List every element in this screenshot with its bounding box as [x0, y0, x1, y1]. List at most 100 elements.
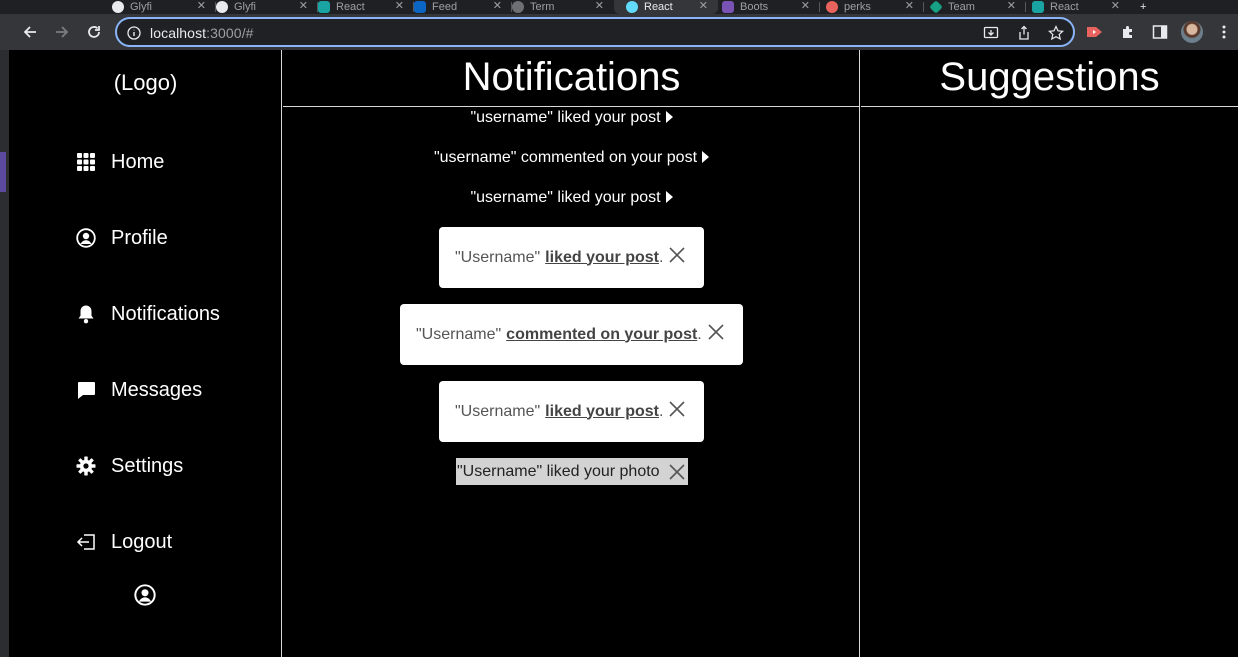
devtools-edge-strip	[0, 50, 9, 657]
notification-text-item[interactable]: "username" liked your post	[283, 189, 860, 207]
kebab-menu-icon[interactable]	[1215, 23, 1233, 41]
bell-icon	[75, 303, 97, 325]
tab-close-icon[interactable]: ✕	[595, 0, 604, 12]
card-username: "Username"	[455, 402, 541, 420]
browser-tab[interactable]: Feed ✕	[414, 0, 512, 14]
card-period: .	[658, 402, 664, 420]
globe-icon	[512, 1, 524, 13]
address-bar[interactable]: localhost:3000/#	[115, 17, 1075, 47]
sidebar-item-home[interactable]: Home	[75, 147, 164, 177]
tab-close-icon[interactable]: ✕	[493, 0, 502, 12]
side-panel-icon[interactable]	[1151, 23, 1169, 41]
back-button[interactable]	[20, 22, 40, 42]
perks-icon	[826, 1, 838, 13]
address-text[interactable]: localhost:3000/#	[150, 25, 254, 41]
forward-button[interactable]	[52, 22, 72, 42]
bookmark-star-icon[interactable]	[1048, 25, 1064, 41]
github-icon	[112, 1, 124, 13]
suggestions-column: Suggestions	[861, 50, 1238, 657]
page-title: Notifications	[283, 50, 860, 107]
tab-separator	[819, 2, 820, 12]
reload-button[interactable]	[84, 22, 104, 42]
browser-tab-label: Glyfi	[130, 1, 152, 13]
bootstrap-icon	[722, 1, 734, 13]
caret-right-icon	[665, 111, 673, 123]
suggestions-title: Suggestions	[861, 50, 1238, 107]
share-icon[interactable]	[1016, 25, 1032, 41]
message-icon	[75, 379, 97, 401]
arrow-right-icon	[56, 26, 69, 38]
browser-tab[interactable]: React ✕	[318, 0, 414, 14]
reload-icon	[88, 26, 100, 38]
user-circle-icon	[75, 227, 97, 249]
sidebar-item-profile[interactable]: Profile	[75, 223, 168, 253]
sidebar-item-messages[interactable]: Messages	[75, 375, 202, 405]
tab-close-icon[interactable]: ✕	[905, 0, 914, 12]
sidebar: (Logo) Home Profile Notifications Messag…	[9, 50, 282, 657]
notification-card: "Username" commented on your post.	[400, 304, 743, 365]
notification-text-item[interactable]: "username" commented on your post	[283, 149, 860, 167]
card-action-link[interactable]: liked your post	[545, 403, 659, 421]
tab-close-icon[interactable]: ✕	[801, 0, 810, 12]
notification-text: "username" liked your post	[470, 189, 661, 206]
browser-toolbar: localhost:3000/#	[0, 14, 1238, 50]
sidebar-item-label: Messages	[111, 378, 203, 401]
browser-tab[interactable]: Term ✕	[512, 0, 614, 14]
sidebar-item-label: Settings	[111, 454, 184, 477]
replit-icon	[318, 1, 330, 13]
logo: (Logo)	[113, 70, 178, 95]
close-icon[interactable]	[668, 246, 686, 264]
browser-tab[interactable]: Team ✕	[929, 0, 1026, 14]
browser-tab-label: React	[336, 1, 365, 13]
close-icon[interactable]	[668, 463, 686, 481]
react-icon	[626, 1, 638, 13]
tab-close-icon[interactable]: ✕	[699, 0, 708, 12]
logout-icon	[75, 531, 97, 553]
arrow-left-icon	[23, 26, 36, 38]
app-root: (Logo) Home Profile Notifications Messag…	[9, 50, 1238, 657]
gear-icon	[75, 455, 97, 477]
browser-tab-label: Boots	[740, 1, 769, 13]
sidebar-item-notifications[interactable]: Notifications	[75, 299, 220, 329]
puzzle-icon[interactable]	[1119, 23, 1137, 41]
browser-tab-label: perks	[844, 1, 871, 13]
profile-avatar[interactable]	[1181, 21, 1203, 43]
sidebar-item-settings[interactable]: Settings	[75, 451, 183, 481]
tab-close-icon[interactable]: ✕	[1111, 0, 1120, 12]
sidebar-item-label: Notifications	[111, 302, 220, 325]
browser-tab[interactable]: Glyfi ✕	[216, 0, 318, 14]
replit-icon	[1032, 1, 1044, 13]
install-app-icon[interactable]	[983, 25, 999, 41]
close-icon[interactable]	[707, 323, 725, 341]
browser-tab[interactable]: Glyfi ✕	[112, 0, 216, 14]
info-icon[interactable]	[126, 25, 142, 41]
browser-tab-label: Glyfi	[234, 1, 256, 13]
card-username: "Username"	[416, 325, 502, 343]
extension-red-icon[interactable]	[1086, 23, 1104, 41]
tab-close-icon[interactable]: ✕	[395, 0, 404, 12]
sidebar-item-label: Home	[111, 150, 165, 173]
tab-close-icon[interactable]: ✕	[1007, 0, 1016, 12]
url-host: localhost	[150, 25, 207, 41]
browser-tab[interactable]: Boots ✕	[722, 0, 820, 14]
card-action-link[interactable]: commented on your post	[506, 326, 697, 344]
tab-close-icon[interactable]: ✕	[299, 0, 308, 12]
tab-close-icon[interactable]: ✕	[197, 0, 206, 12]
notification-card: "Username" liked your post.	[439, 227, 704, 288]
caret-right-icon	[665, 191, 673, 203]
browser-tab[interactable]: React ✕	[1032, 0, 1130, 14]
tab-separator	[923, 2, 924, 12]
card-action-link[interactable]: liked your post	[545, 249, 659, 267]
browser-tab[interactable]: perks ✕	[826, 0, 924, 14]
sidebar-item-label: Logout	[111, 530, 173, 553]
sidebar-item-logout[interactable]: Logout	[75, 527, 172, 557]
notification-text-item[interactable]: "username" liked your post	[283, 109, 860, 127]
team-icon	[929, 0, 943, 14]
card-username: "Username"	[455, 248, 541, 266]
close-icon[interactable]	[668, 400, 686, 418]
browser-tab-active[interactable]: React ✕	[614, 0, 718, 14]
account-icon[interactable]	[134, 584, 156, 606]
tab-separator	[1025, 2, 1026, 12]
devtools-accent	[0, 152, 6, 192]
new-tab-button[interactable]: +	[1140, 0, 1154, 14]
